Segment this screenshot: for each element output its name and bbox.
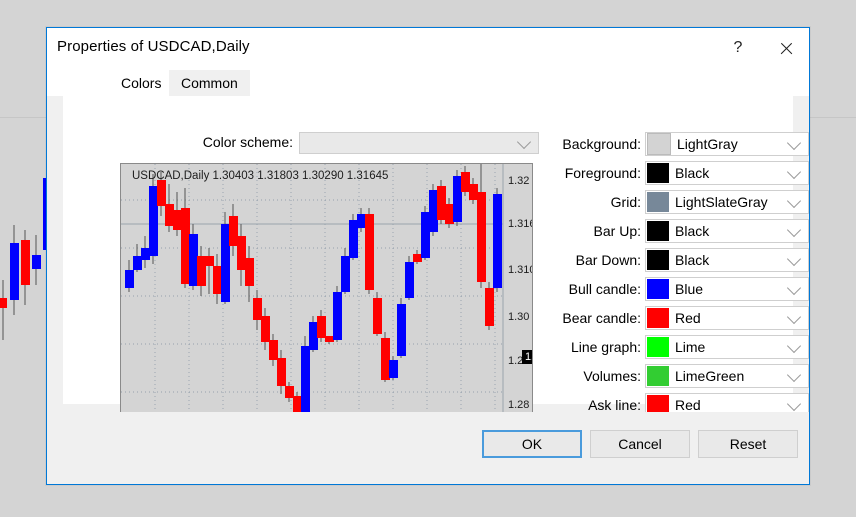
select-bar-up[interactable]: Black <box>645 219 809 243</box>
color-row-bear-candle: Bear candle: Red <box>557 306 827 335</box>
swatch-bar-down <box>647 250 669 270</box>
current-price-tag: 1.31645 <box>522 350 532 364</box>
value-bear-candle: Red <box>675 310 701 326</box>
cancel-button-label: Cancel <box>618 436 662 452</box>
chevron-down-icon <box>786 251 802 267</box>
chevron-down-icon <box>786 193 802 209</box>
select-background[interactable]: LightGray <box>645 132 809 156</box>
chevron-down-icon <box>786 222 802 238</box>
help-question-mark: ? <box>733 39 743 56</box>
reset-button-label: Reset <box>729 436 767 452</box>
tab-colors-label: Colors <box>121 75 162 91</box>
color-row-volumes: Volumes: LimeGreen <box>557 364 827 393</box>
svg-text:1.30: 1.30 <box>508 311 529 323</box>
value-bar-up: Black <box>675 223 710 239</box>
swatch-foreground <box>647 163 669 183</box>
value-foreground: Black <box>675 165 710 181</box>
tab-common[interactable]: Common <box>169 70 250 96</box>
swatch-volumes <box>647 366 669 386</box>
label-foreground: Foreground: <box>564 165 641 181</box>
swatch-grid <box>647 192 669 212</box>
chart-preview: 1.32 1.3164 1.310 1.30 1.29510 1.28 1.27… <box>120 163 533 453</box>
chevron-down-icon <box>786 396 802 412</box>
ok-button-label: OK <box>521 436 543 452</box>
tab-common-label: Common <box>181 75 238 91</box>
dialog-footer: OK Cancel Reset <box>47 412 809 484</box>
reset-button[interactable]: Reset <box>698 430 798 458</box>
select-line-graph[interactable]: Lime <box>645 335 809 359</box>
label-bull-candle: Bull candle: <box>568 281 641 297</box>
close-x-glyph <box>779 41 794 56</box>
color-row-bar-down: Bar Down: Black <box>557 248 827 277</box>
help-icon[interactable]: ? <box>715 28 761 68</box>
svg-text:1.28: 1.28 <box>508 399 529 411</box>
value-ask-line: Red <box>675 397 701 413</box>
chevron-down-icon <box>516 134 532 150</box>
svg-text:1.32: 1.32 <box>508 175 529 187</box>
color-scheme-label: Color scheme: <box>202 134 293 150</box>
label-bear-candle: Bear candle: <box>562 310 641 326</box>
label-ask-line: Ask line: <box>588 397 641 413</box>
swatch-line-graph <box>647 337 669 357</box>
color-scheme-select[interactable] <box>299 132 539 154</box>
value-background: LightGray <box>677 136 738 152</box>
swatch-background <box>647 133 671 155</box>
label-background: Background: <box>562 136 641 152</box>
value-bar-down: Black <box>675 252 710 268</box>
chevron-down-icon <box>786 367 802 383</box>
select-bar-down[interactable]: Black <box>645 248 809 272</box>
color-row-line-graph: Line graph: Lime <box>557 335 827 364</box>
label-volumes: Volumes: <box>583 368 641 384</box>
swatch-bear-candle <box>647 308 669 328</box>
chevron-down-icon <box>786 164 802 180</box>
label-bar-up: Bar Up: <box>593 223 641 239</box>
color-row-background: Background: LightGray <box>557 132 827 161</box>
color-row-foreground: Foreground: Black <box>557 161 827 190</box>
chevron-down-icon <box>786 309 802 325</box>
chart-quote-header: USDCAD,Daily 1.30403 1.31803 1.30290 1.3… <box>132 170 389 182</box>
colors-tab-panel: Color scheme: 1.32 1.31 1.31 1.30 1.2 1.… <box>63 96 809 453</box>
color-row-bull-candle: Bull candle: Blue <box>557 277 827 306</box>
svg-text:1.3164: 1.3164 <box>508 218 532 230</box>
chevron-down-icon <box>786 338 802 354</box>
dialog-title: Properties of USDCAD,Daily <box>57 38 250 55</box>
value-grid: LightSlateGray <box>675 194 768 210</box>
select-bear-candle[interactable]: Red <box>645 306 809 330</box>
color-scheme-row: Color scheme: <box>203 132 539 154</box>
select-bull-candle[interactable]: Blue <box>645 277 809 301</box>
color-row-bar-up: Bar Up: Black <box>557 219 827 248</box>
svg-text:1.310: 1.310 <box>508 264 532 276</box>
chevron-down-icon <box>786 135 802 151</box>
color-row-grid: Grid: LightSlateGray <box>557 190 827 219</box>
select-volumes[interactable]: LimeGreen <box>645 364 809 388</box>
value-volumes: LimeGreen <box>675 368 745 384</box>
chevron-down-icon <box>786 280 802 296</box>
swatch-bull-candle <box>647 279 669 299</box>
tab-colors[interactable]: Colors <box>109 70 174 96</box>
select-grid[interactable]: LightSlateGray <box>645 190 809 214</box>
cancel-button[interactable]: Cancel <box>590 430 690 458</box>
ok-button[interactable]: OK <box>482 430 582 458</box>
tabstrip: Colors Common <box>47 68 809 96</box>
chart-preview-svg: 1.32 1.3164 1.310 1.30 1.29510 1.28 1.27… <box>121 164 532 452</box>
label-bar-down: Bar Down: <box>575 252 641 268</box>
properties-dialog: Properties of USDCAD,Daily ? Colors Comm… <box>46 27 810 485</box>
dialog-titlebar[interactable]: Properties of USDCAD,Daily ? <box>47 28 809 68</box>
label-line-graph: Line graph: <box>570 339 641 355</box>
select-foreground[interactable]: Black <box>645 161 809 185</box>
value-bull-candle: Blue <box>675 281 704 297</box>
value-line-graph: Lime <box>675 339 706 355</box>
color-settings-list: Background: LightGray Foreground: Black … <box>557 132 827 451</box>
close-icon[interactable] <box>763 28 809 68</box>
swatch-bar-up <box>647 221 669 241</box>
label-grid: Grid: <box>610 194 641 210</box>
